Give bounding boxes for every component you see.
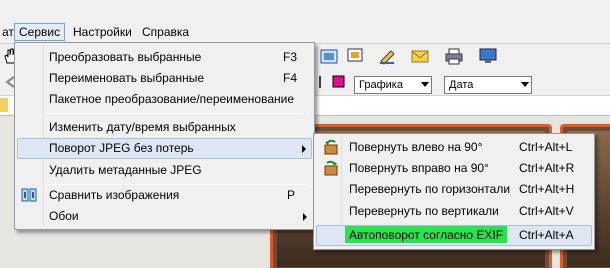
sort-value: Дата <box>449 79 474 91</box>
menu-item-label: Перевернуть по горизонтали <box>349 182 511 196</box>
submenu-arrow-icon <box>303 213 307 221</box>
file-type-value: Графика <box>359 79 403 91</box>
image-tool-icon[interactable] <box>320 47 342 67</box>
menu-item-flip-horizontal[interactable]: Перевернуть по горизонтали Ctrl+Alt+H <box>316 179 592 200</box>
menu-separator <box>45 113 309 114</box>
submenu-arrow-icon <box>302 145 306 153</box>
menu-item-label: Повернуть вправо на 90° <box>349 161 489 175</box>
menu-item-rename[interactable]: Переименовать выбранные F4 <box>17 68 312 89</box>
menu-item-flip-vertical[interactable]: Перевернуть по вертикали Ctrl+Alt+V <box>316 201 592 222</box>
menu-item-shortcut: Ctrl+Alt+V <box>519 204 574 218</box>
menu-item-rotate-left[interactable]: Повернуть влево на 90° Ctrl+Alt+L <box>316 137 592 158</box>
menu-item-label: Изменить дату/время выбранных <box>49 120 236 134</box>
rotate-left-icon <box>323 139 339 155</box>
chevron-down-icon <box>521 82 529 87</box>
menu-item-shortcut: F4 <box>283 71 298 85</box>
menu-item-label: Обои <box>49 209 79 223</box>
menu-item-batch[interactable]: Пакетное преобразование/переименование <box>17 89 312 110</box>
slideshow-icon[interactable] <box>346 47 368 67</box>
menu-item-label: Сравнить изображения <box>49 188 180 202</box>
menu-item-rotate-right[interactable]: Повернуть вправо на 90° Ctrl+Alt+R <box>316 158 592 179</box>
menu-item-remove-metadata[interactable]: Удалить метаданные JPEG <box>17 160 312 181</box>
menu-item-label: Преобразовать выбранные <box>49 50 202 64</box>
menu-item-shortcut: Ctrl+Alt+A <box>519 228 574 242</box>
menu-item-label: Поворот JPEG без потерь <box>49 141 194 155</box>
menu-item-shortcut: Ctrl+Alt+H <box>519 182 575 196</box>
menu-item-label: Удалить метаданные JPEG <box>49 163 202 177</box>
menu-item-shortcut: F3 <box>283 50 298 64</box>
menu-item-auto-rotate-exif[interactable]: Автоповорот согласно EXIF Ctrl+Alt+A <box>316 225 592 246</box>
menu-service[interactable]: Сервис <box>14 23 66 41</box>
menu-item-label: Повернуть влево на 90° <box>349 140 483 154</box>
printer-icon[interactable] <box>444 47 466 67</box>
menu-settings[interactable]: Настройки <box>69 23 136 41</box>
color-filter-icon[interactable] <box>332 75 354 95</box>
menu-item-shortcut: Ctrl+Alt+L <box>519 140 573 154</box>
menu-item-convert[interactable]: Преобразовать выбранные F3 <box>17 47 312 68</box>
folder-icon <box>0 98 8 112</box>
menu-item-change-date[interactable]: Изменить дату/время выбранных <box>17 117 312 138</box>
rotate-right-icon <box>323 160 339 176</box>
edit-icon[interactable] <box>378 47 400 67</box>
rotate-submenu: Повернуть влево на 90° Ctrl+Alt+L Поверн… <box>313 133 595 250</box>
service-menu: Преобразовать выбранные F3 Переименовать… <box>14 42 315 230</box>
email-icon[interactable] <box>410 47 432 67</box>
menu-item-shortcut: P <box>287 188 296 202</box>
file-type-select[interactable]: Графика <box>354 76 432 94</box>
menu-item-label: Пакетное преобразование/переименование <box>49 92 295 106</box>
menu-item-label: Перевернуть по вертикали <box>349 204 499 218</box>
sort-select[interactable]: Дата <box>444 76 532 94</box>
menu-item-rotate-jpeg[interactable]: Поворот JPEG без потерь <box>17 138 312 159</box>
menu-item-label: Автоповорот согласно EXIF <box>349 228 504 242</box>
compare-icon <box>21 187 37 203</box>
menu-help[interactable]: Справка <box>138 23 193 41</box>
menu-item-shortcut: Ctrl+Alt+R <box>519 161 575 175</box>
monitor-icon[interactable] <box>478 47 500 67</box>
menu-item-compare[interactable]: Сравнить изображения P <box>17 185 312 206</box>
menu-item-label: Переименовать выбранные <box>49 71 205 85</box>
chevron-down-icon <box>421 82 429 87</box>
menu-item-wallpaper[interactable]: Обои <box>17 206 312 227</box>
